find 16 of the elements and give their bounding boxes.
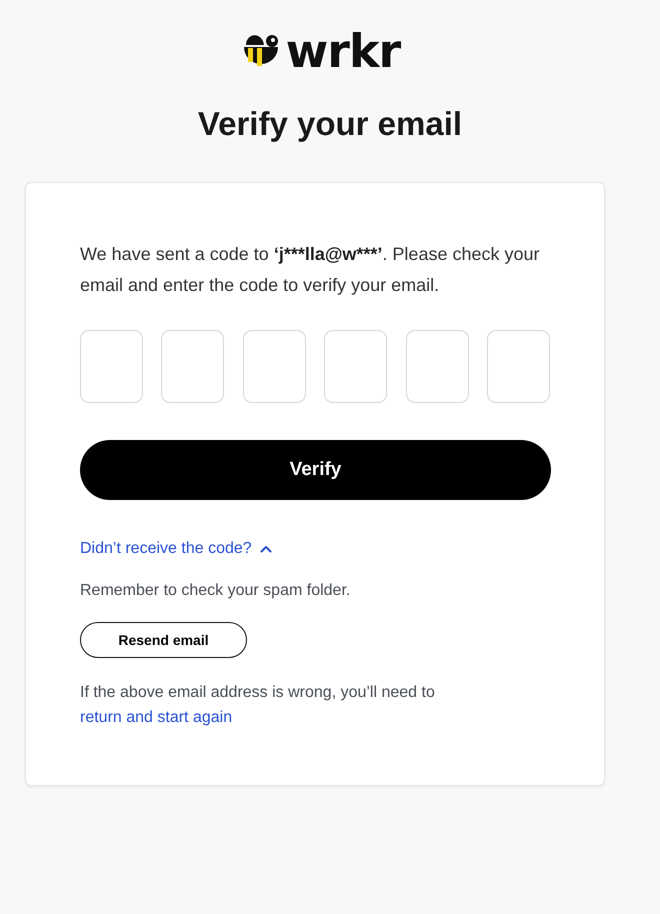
footer-text: If the above email address is wrong, you’ll need to return and start again [80,682,436,728]
code-digit-field[interactable] [486,330,550,403]
toggle-link[interactable]: Didn’t receive the code? [80,540,272,558]
page-title: Verify your email [196,104,464,144]
verify-button[interactable]: Verify [80,440,551,500]
code-digit-field[interactable] [161,330,224,403]
chevron-icon [260,544,272,553]
resend-button[interactable]: Resend email [80,622,247,658]
code-digit-field[interactable] [80,330,143,403]
logo-wordmark: wrkr [286,28,400,74]
code-digit-field[interactable] [324,330,388,403]
return-link[interactable]: return and start again [80,708,232,726]
hint-text: Remember to check your spam folder. [80,582,352,600]
instruction-text: We have sent a code to ‘j***lla@w***’. Please check your email and enter the code to verify your email. [80,242,540,297]
code-digit-field[interactable] [406,330,469,403]
code-digit-field[interactable] [242,330,306,403]
